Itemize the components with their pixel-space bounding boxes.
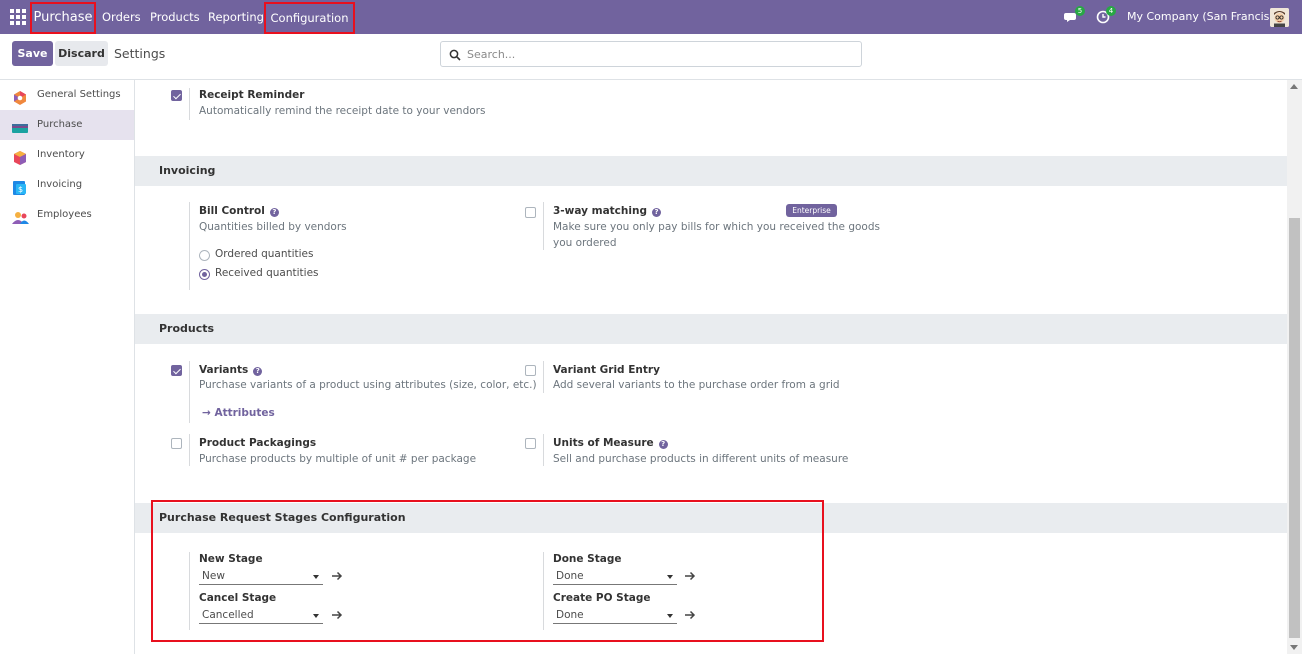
radio-received-quantities[interactable] <box>199 269 210 280</box>
receipt-reminder-checkbox[interactable] <box>171 90 182 101</box>
user-avatar[interactable] <box>1270 8 1289 27</box>
three-way-matching-desc-1: Make sure you only pay bills for which y… <box>553 221 880 233</box>
scroll-up-arrow-icon[interactable] <box>1290 84 1298 89</box>
search-input[interactable] <box>467 45 847 63</box>
menu-configuration[interactable]: Configuration <box>264 2 355 34</box>
receipt-reminder-desc: Automatically remind the receipt date to… <box>199 105 486 117</box>
content-scrollbar[interactable] <box>1287 80 1302 654</box>
section-header-invoicing: Invoicing <box>135 156 1287 186</box>
highlight-box-stages <box>151 500 824 642</box>
settings-sidebar: General Settings Purchase Inventory $ In… <box>0 80 135 654</box>
menu-reporting[interactable]: Reporting <box>208 0 264 34</box>
divider <box>543 202 544 250</box>
sidebar-item-inventory[interactable]: Inventory <box>0 140 134 170</box>
three-way-matching-desc-2: you ordered <box>553 237 617 249</box>
divider <box>189 361 190 423</box>
divider <box>189 202 190 290</box>
sidebar-item-label: Inventory <box>37 149 85 160</box>
inventory-app-icon <box>12 148 28 165</box>
divider <box>543 434 544 466</box>
general-settings-icon <box>12 88 28 105</box>
radio-ordered-quantities[interactable] <box>199 250 210 261</box>
discard-button[interactable]: Discard <box>55 41 108 66</box>
apps-menu-icon[interactable] <box>10 9 26 25</box>
sidebar-item-label: Purchase <box>37 119 83 130</box>
page-title: Settings <box>114 46 166 61</box>
units-of-measure-desc: Sell and purchase products in different … <box>553 453 849 465</box>
variants-checkbox[interactable] <box>171 365 182 376</box>
sidebar-item-label: General Settings <box>37 89 121 100</box>
variant-grid-checkbox[interactable] <box>525 365 536 376</box>
divider <box>189 434 190 466</box>
sidebar-item-general-settings[interactable]: General Settings <box>0 80 134 110</box>
menu-orders[interactable]: Orders <box>102 0 141 34</box>
bill-control-desc: Quantities billed by vendors <box>199 221 347 233</box>
help-icon[interactable]: ? <box>651 208 661 217</box>
messages-count-badge: 5 <box>1075 6 1085 16</box>
bill-control-title: Bill Control? <box>199 205 279 217</box>
radio-label-ordered: Ordered quantities <box>215 248 314 260</box>
sidebar-item-employees[interactable]: Employees <box>0 200 134 230</box>
company-switcher[interactable]: My Company (San Francisco) <box>1127 0 1286 34</box>
sidebar-item-purchase[interactable]: Purchase <box>0 110 134 140</box>
three-way-matching-checkbox[interactable] <box>525 207 536 218</box>
variant-grid-desc: Add several variants to the purchase ord… <box>553 379 840 391</box>
sidebar-item-invoicing[interactable]: $ Invoicing <box>0 170 134 200</box>
arrow-right-icon: → <box>202 407 215 419</box>
sidebar-item-label: Invoicing <box>37 179 83 190</box>
svg-text:$: $ <box>18 185 23 194</box>
help-icon[interactable]: ? <box>269 208 279 217</box>
variant-grid-title: Variant Grid Entry <box>553 364 660 376</box>
help-icon[interactable]: ? <box>253 367 263 376</box>
units-of-measure-title: Units of Measure? <box>553 437 668 449</box>
units-of-measure-checkbox[interactable] <box>525 438 536 449</box>
invoicing-app-icon: $ <box>12 178 28 195</box>
divider <box>189 88 190 120</box>
search-icon <box>449 49 461 61</box>
three-way-matching-title: 3-way matching? <box>553 205 661 217</box>
product-packagings-title: Product Packagings <box>199 437 317 449</box>
top-navbar: Purchase Orders Products Reporting Confi… <box>0 0 1302 34</box>
help-icon[interactable]: ? <box>658 440 668 449</box>
sidebar-item-label: Employees <box>37 209 92 220</box>
variants-desc: Purchase variants of a product using att… <box>199 379 537 391</box>
receipt-reminder-title: Receipt Reminder <box>199 89 305 101</box>
variants-title: Variants? <box>199 364 263 376</box>
search-bar[interactable] <box>440 41 862 67</box>
scroll-down-arrow-icon[interactable] <box>1290 645 1298 650</box>
scrollbar-thumb[interactable] <box>1289 218 1300 638</box>
settings-content: Receipt Reminder Automatically remind th… <box>135 80 1287 654</box>
app-brand-purchase[interactable]: Purchase <box>30 2 96 34</box>
radio-label-received: Received quantities <box>215 267 319 279</box>
divider <box>543 361 544 393</box>
purchase-app-icon <box>12 118 28 133</box>
save-button[interactable]: Save <box>12 41 53 66</box>
product-packagings-checkbox[interactable] <box>171 438 182 449</box>
enterprise-badge: Enterprise <box>786 204 837 217</box>
attributes-link[interactable]: → Attributes <box>202 407 275 419</box>
product-packagings-desc: Purchase products by multiple of unit # … <box>199 453 477 465</box>
activities-count-badge: 4 <box>1106 6 1116 16</box>
menu-products[interactable]: Products <box>150 0 200 34</box>
employees-app-icon <box>12 208 29 224</box>
control-panel: Save Discard Settings <box>0 34 1302 80</box>
section-header-products: Products <box>135 314 1287 344</box>
